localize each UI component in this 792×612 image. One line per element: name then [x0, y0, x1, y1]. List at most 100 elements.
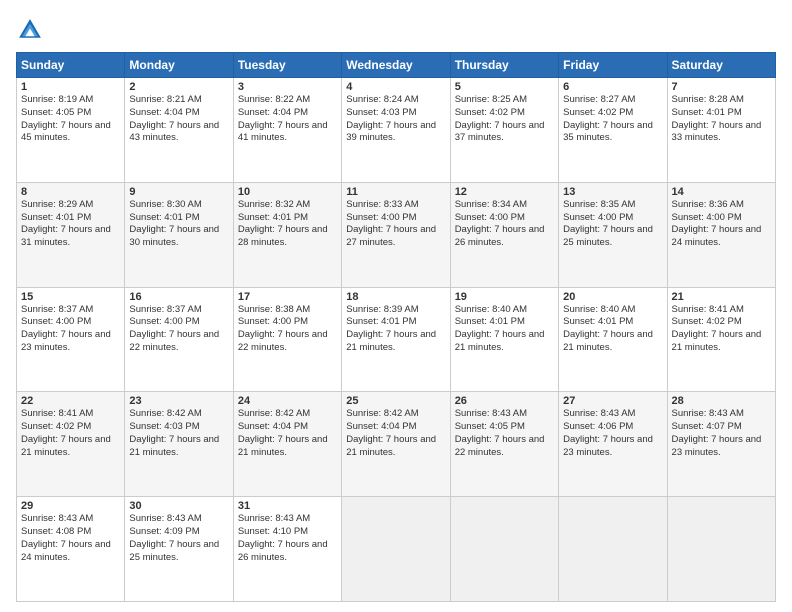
- cell-content: Sunrise: 8:27 AMSunset: 4:02 PMDaylight:…: [563, 94, 653, 143]
- calendar-cell: [342, 497, 450, 602]
- cell-content: Sunrise: 8:35 AMSunset: 4:00 PMDaylight:…: [563, 199, 653, 248]
- cell-content: Sunrise: 8:34 AMSunset: 4:00 PMDaylight:…: [455, 199, 545, 248]
- day-number: 9: [129, 186, 228, 198]
- day-number: 27: [563, 395, 662, 407]
- cell-content: Sunrise: 8:43 AMSunset: 4:09 PMDaylight:…: [129, 513, 219, 562]
- col-header-monday: Monday: [125, 53, 233, 78]
- cell-content: Sunrise: 8:19 AMSunset: 4:05 PMDaylight:…: [21, 94, 111, 143]
- calendar-header-row: SundayMondayTuesdayWednesdayThursdayFrid…: [17, 53, 776, 78]
- calendar-cell: 30Sunrise: 8:43 AMSunset: 4:09 PMDayligh…: [125, 497, 233, 602]
- cell-content: Sunrise: 8:43 AMSunset: 4:06 PMDaylight:…: [563, 408, 653, 457]
- cell-content: Sunrise: 8:30 AMSunset: 4:01 PMDaylight:…: [129, 199, 219, 248]
- day-number: 7: [672, 81, 771, 93]
- cell-content: Sunrise: 8:43 AMSunset: 4:05 PMDaylight:…: [455, 408, 545, 457]
- calendar-table: SundayMondayTuesdayWednesdayThursdayFrid…: [16, 52, 776, 602]
- day-number: 20: [563, 291, 662, 303]
- day-number: 21: [672, 291, 771, 303]
- day-number: 16: [129, 291, 228, 303]
- cell-content: Sunrise: 8:43 AMSunset: 4:10 PMDaylight:…: [238, 513, 328, 562]
- cell-content: Sunrise: 8:29 AMSunset: 4:01 PMDaylight:…: [21, 199, 111, 248]
- day-number: 1: [21, 81, 120, 93]
- cell-content: Sunrise: 8:39 AMSunset: 4:01 PMDaylight:…: [346, 304, 436, 353]
- page: SundayMondayTuesdayWednesdayThursdayFrid…: [0, 0, 792, 612]
- col-header-saturday: Saturday: [667, 53, 775, 78]
- calendar-cell: 9Sunrise: 8:30 AMSunset: 4:01 PMDaylight…: [125, 182, 233, 287]
- cell-content: Sunrise: 8:37 AMSunset: 4:00 PMDaylight:…: [129, 304, 219, 353]
- cell-content: Sunrise: 8:40 AMSunset: 4:01 PMDaylight:…: [563, 304, 653, 353]
- col-header-wednesday: Wednesday: [342, 53, 450, 78]
- cell-content: Sunrise: 8:37 AMSunset: 4:00 PMDaylight:…: [21, 304, 111, 353]
- calendar-cell: 23Sunrise: 8:42 AMSunset: 4:03 PMDayligh…: [125, 392, 233, 497]
- calendar-cell: 20Sunrise: 8:40 AMSunset: 4:01 PMDayligh…: [559, 287, 667, 392]
- cell-content: Sunrise: 8:33 AMSunset: 4:00 PMDaylight:…: [346, 199, 436, 248]
- cell-content: Sunrise: 8:42 AMSunset: 4:04 PMDaylight:…: [346, 408, 436, 457]
- day-number: 13: [563, 186, 662, 198]
- calendar-week-row: 8Sunrise: 8:29 AMSunset: 4:01 PMDaylight…: [17, 182, 776, 287]
- calendar-cell: [667, 497, 775, 602]
- cell-content: Sunrise: 8:40 AMSunset: 4:01 PMDaylight:…: [455, 304, 545, 353]
- day-number: 22: [21, 395, 120, 407]
- cell-content: Sunrise: 8:28 AMSunset: 4:01 PMDaylight:…: [672, 94, 762, 143]
- cell-content: Sunrise: 8:36 AMSunset: 4:00 PMDaylight:…: [672, 199, 762, 248]
- day-number: 4: [346, 81, 445, 93]
- calendar-cell: 13Sunrise: 8:35 AMSunset: 4:00 PMDayligh…: [559, 182, 667, 287]
- day-number: 15: [21, 291, 120, 303]
- calendar-cell: 16Sunrise: 8:37 AMSunset: 4:00 PMDayligh…: [125, 287, 233, 392]
- cell-content: Sunrise: 8:43 AMSunset: 4:08 PMDaylight:…: [21, 513, 111, 562]
- calendar-cell: 14Sunrise: 8:36 AMSunset: 4:00 PMDayligh…: [667, 182, 775, 287]
- cell-content: Sunrise: 8:41 AMSunset: 4:02 PMDaylight:…: [21, 408, 111, 457]
- cell-content: Sunrise: 8:42 AMSunset: 4:03 PMDaylight:…: [129, 408, 219, 457]
- day-number: 28: [672, 395, 771, 407]
- day-number: 5: [455, 81, 554, 93]
- day-number: 26: [455, 395, 554, 407]
- day-number: 11: [346, 186, 445, 198]
- cell-content: Sunrise: 8:42 AMSunset: 4:04 PMDaylight:…: [238, 408, 328, 457]
- calendar-week-row: 29Sunrise: 8:43 AMSunset: 4:08 PMDayligh…: [17, 497, 776, 602]
- calendar-cell: [559, 497, 667, 602]
- day-number: 30: [129, 500, 228, 512]
- calendar-cell: 29Sunrise: 8:43 AMSunset: 4:08 PMDayligh…: [17, 497, 125, 602]
- calendar-cell: 28Sunrise: 8:43 AMSunset: 4:07 PMDayligh…: [667, 392, 775, 497]
- calendar-cell: 25Sunrise: 8:42 AMSunset: 4:04 PMDayligh…: [342, 392, 450, 497]
- calendar-week-row: 15Sunrise: 8:37 AMSunset: 4:00 PMDayligh…: [17, 287, 776, 392]
- calendar-cell: 15Sunrise: 8:37 AMSunset: 4:00 PMDayligh…: [17, 287, 125, 392]
- day-number: 18: [346, 291, 445, 303]
- day-number: 23: [129, 395, 228, 407]
- day-number: 10: [238, 186, 337, 198]
- day-number: 14: [672, 186, 771, 198]
- calendar-cell: 3Sunrise: 8:22 AMSunset: 4:04 PMDaylight…: [233, 78, 341, 183]
- calendar-cell: 24Sunrise: 8:42 AMSunset: 4:04 PMDayligh…: [233, 392, 341, 497]
- day-number: 6: [563, 81, 662, 93]
- calendar-cell: 5Sunrise: 8:25 AMSunset: 4:02 PMDaylight…: [450, 78, 558, 183]
- logo: [16, 16, 48, 44]
- cell-content: Sunrise: 8:22 AMSunset: 4:04 PMDaylight:…: [238, 94, 328, 143]
- calendar-cell: 6Sunrise: 8:27 AMSunset: 4:02 PMDaylight…: [559, 78, 667, 183]
- cell-content: Sunrise: 8:32 AMSunset: 4:01 PMDaylight:…: [238, 199, 328, 248]
- col-header-tuesday: Tuesday: [233, 53, 341, 78]
- day-number: 31: [238, 500, 337, 512]
- calendar-cell: 12Sunrise: 8:34 AMSunset: 4:00 PMDayligh…: [450, 182, 558, 287]
- calendar-cell: 18Sunrise: 8:39 AMSunset: 4:01 PMDayligh…: [342, 287, 450, 392]
- calendar-cell: 19Sunrise: 8:40 AMSunset: 4:01 PMDayligh…: [450, 287, 558, 392]
- day-number: 19: [455, 291, 554, 303]
- day-number: 25: [346, 395, 445, 407]
- calendar-cell: 22Sunrise: 8:41 AMSunset: 4:02 PMDayligh…: [17, 392, 125, 497]
- calendar-cell: 17Sunrise: 8:38 AMSunset: 4:00 PMDayligh…: [233, 287, 341, 392]
- col-header-thursday: Thursday: [450, 53, 558, 78]
- day-number: 17: [238, 291, 337, 303]
- cell-content: Sunrise: 8:21 AMSunset: 4:04 PMDaylight:…: [129, 94, 219, 143]
- calendar-cell: 4Sunrise: 8:24 AMSunset: 4:03 PMDaylight…: [342, 78, 450, 183]
- calendar-cell: 7Sunrise: 8:28 AMSunset: 4:01 PMDaylight…: [667, 78, 775, 183]
- day-number: 2: [129, 81, 228, 93]
- calendar-cell: 2Sunrise: 8:21 AMSunset: 4:04 PMDaylight…: [125, 78, 233, 183]
- col-header-sunday: Sunday: [17, 53, 125, 78]
- day-number: 12: [455, 186, 554, 198]
- logo-icon: [16, 16, 44, 44]
- day-number: 8: [21, 186, 120, 198]
- cell-content: Sunrise: 8:41 AMSunset: 4:02 PMDaylight:…: [672, 304, 762, 353]
- calendar-cell: 26Sunrise: 8:43 AMSunset: 4:05 PMDayligh…: [450, 392, 558, 497]
- calendar-cell: 1Sunrise: 8:19 AMSunset: 4:05 PMDaylight…: [17, 78, 125, 183]
- col-header-friday: Friday: [559, 53, 667, 78]
- cell-content: Sunrise: 8:25 AMSunset: 4:02 PMDaylight:…: [455, 94, 545, 143]
- cell-content: Sunrise: 8:38 AMSunset: 4:00 PMDaylight:…: [238, 304, 328, 353]
